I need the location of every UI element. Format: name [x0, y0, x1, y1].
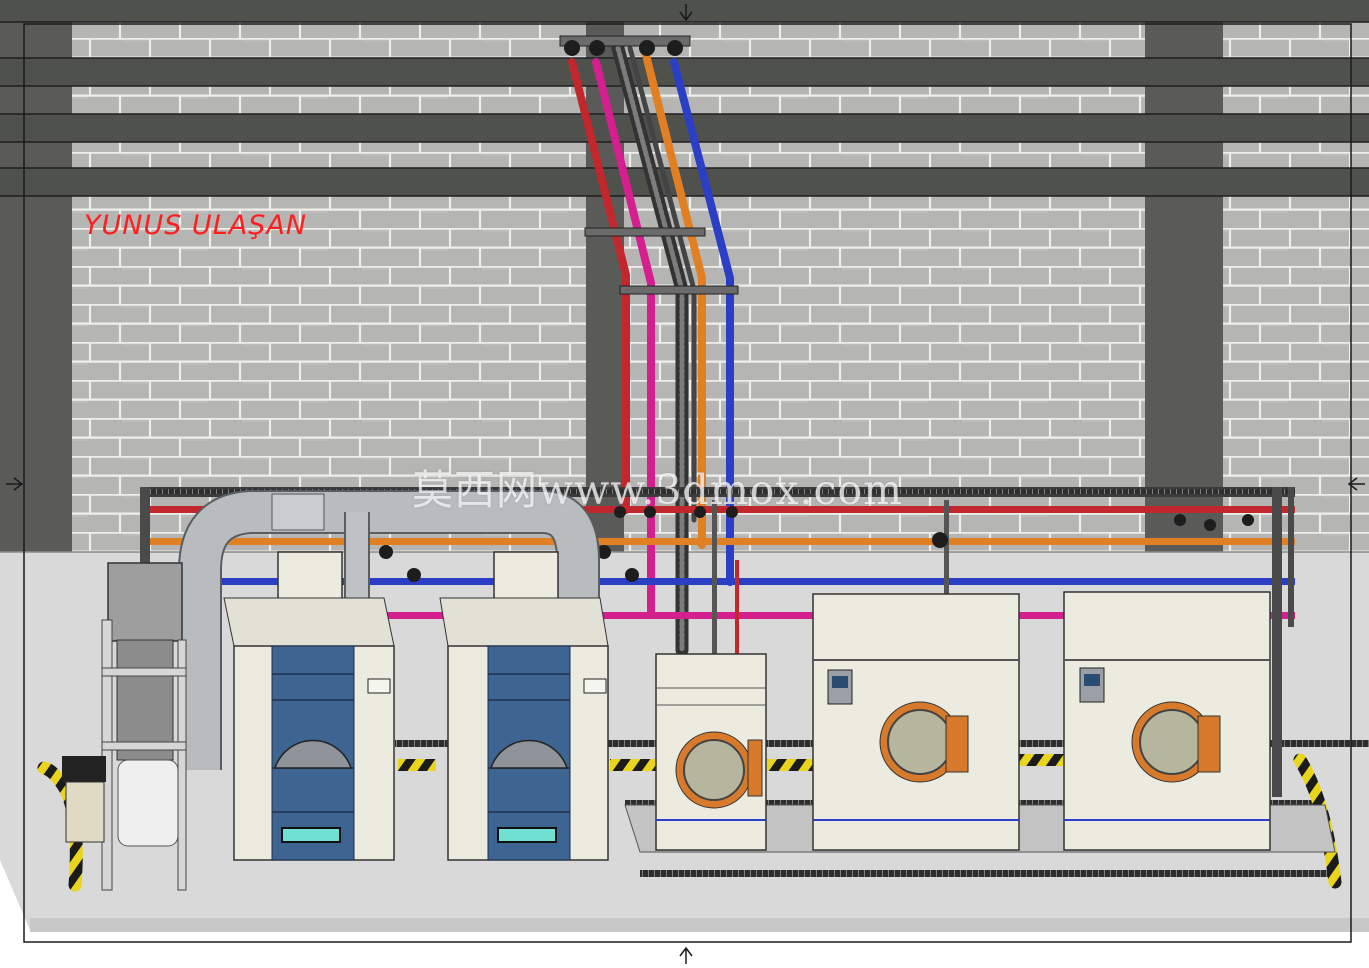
roof-beam: [0, 58, 1369, 86]
floor-drain-channel: [640, 870, 1330, 877]
washer-medium: [812, 593, 1020, 851]
control-panel-icon: [583, 678, 607, 694]
building-column: [1145, 20, 1223, 552]
washer-large: [1063, 591, 1271, 851]
hazard-marking: [1018, 754, 1064, 766]
author-label: YUNUS ULAŞAN: [84, 210, 308, 241]
hazard-marking: [398, 759, 436, 771]
control-panel-icon: [367, 678, 391, 694]
dryer-2: [439, 551, 609, 861]
dryer-1: [223, 551, 395, 861]
roof-beam: [0, 168, 1369, 196]
watermark: 莫西网www.3dmox.com: [412, 466, 904, 514]
pipe-support-bracket: [619, 285, 739, 295]
hazard-marking: [767, 759, 813, 771]
hazard-marking: [610, 759, 656, 771]
washer-small: [655, 653, 767, 851]
pipe-support-bracket: [584, 227, 706, 237]
floor-edge: [30, 918, 1369, 932]
